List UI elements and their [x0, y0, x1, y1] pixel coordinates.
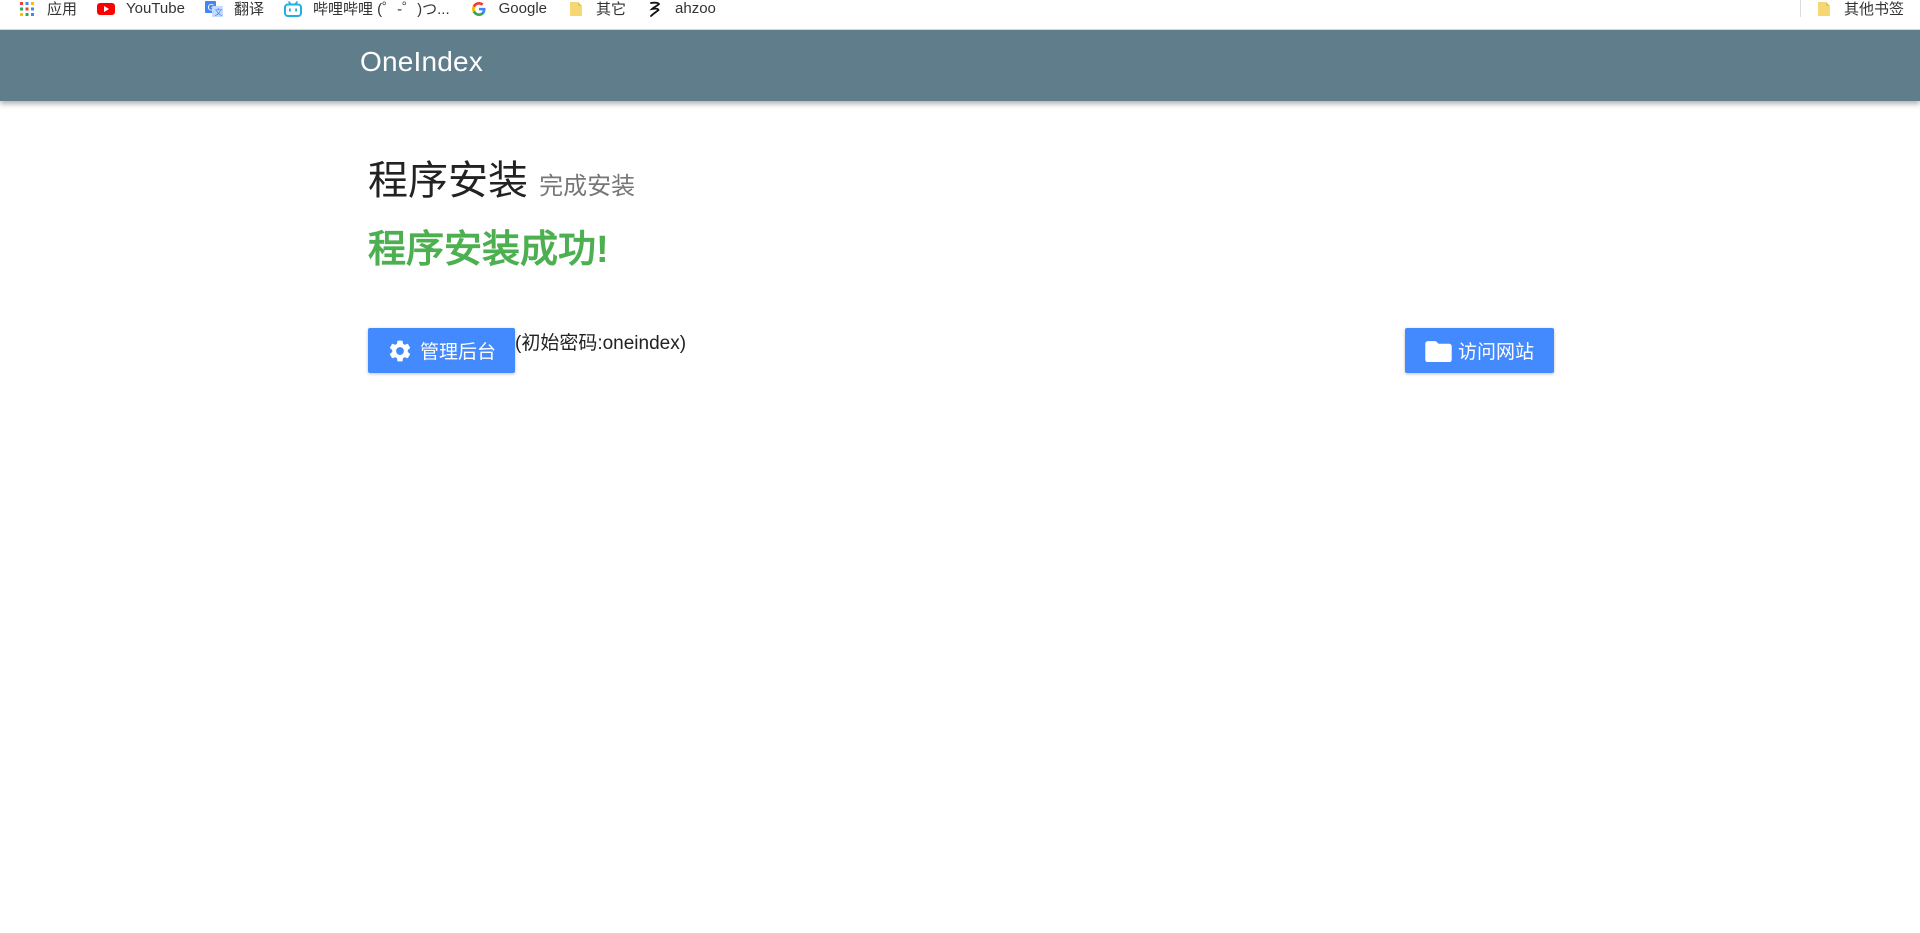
- bookmark-label: Google: [498, 0, 548, 17]
- app-header: OneIndex: [0, 30, 1920, 101]
- bookmark-google[interactable]: Google: [470, 0, 547, 17]
- initial-password-hint: (初始密码:oneindex): [515, 333, 687, 354]
- bilibili-icon: [283, 0, 302, 17]
- svg-text:文: 文: [214, 7, 222, 17]
- bookmark-label: YouTube: [126, 0, 185, 17]
- bookmark-label: ahzoo: [675, 0, 716, 17]
- bookmark-label: 应用: [47, 1, 78, 18]
- apps-grid-icon: [18, 1, 36, 17]
- folder-icon: [1815, 1, 1833, 17]
- page-subtitle: 完成安装: [539, 173, 636, 200]
- admin-panel-button[interactable]: 管理后台: [368, 328, 515, 373]
- google-icon: [470, 1, 488, 17]
- bookmark-label: 翻译: [233, 1, 264, 18]
- admin-panel-button-label: 管理后台: [419, 342, 496, 363]
- app-title[interactable]: OneIndex: [360, 46, 483, 78]
- bookmark-label: 哔哩哔哩 (゜-゜)つ...: [312, 1, 450, 18]
- google-translate-icon: G 文: [204, 0, 223, 17]
- bookmark-folder-other[interactable]: 其它: [567, 0, 627, 18]
- other-bookmarks[interactable]: 其他书签: [1815, 0, 1904, 18]
- folder-icon: [567, 1, 585, 17]
- bookmark-apps[interactable]: 应用: [18, 0, 78, 18]
- bookmark-bilibili[interactable]: 哔哩哔哩 (゜-゜)つ...: [283, 0, 450, 18]
- gear-icon: [387, 337, 414, 364]
- youtube-icon: [97, 1, 116, 17]
- ahzoo-icon: [646, 1, 664, 17]
- bookmark-ahzoo[interactable]: ahzoo: [646, 0, 716, 17]
- page-heading: 程序安装 完成安装: [368, 148, 635, 206]
- bookmarks-bar: 应用 YouTube G 文 翻译 哔哩哔哩 (゜-゜)つ... Google …: [0, 0, 1920, 30]
- other-bookmarks-area: 其他书签: [1799, 0, 1904, 18]
- bookmark-label: 其它: [596, 1, 627, 18]
- bookmark-translate[interactable]: G 文 翻译: [204, 0, 264, 18]
- folder-icon: [1425, 337, 1452, 364]
- visit-site-button[interactable]: 访问网站: [1405, 328, 1554, 373]
- bookmarks-divider: [1799, 0, 1801, 17]
- page-title: 程序安装: [368, 159, 528, 203]
- other-bookmarks-label: 其他书签: [1843, 1, 1904, 18]
- bookmarks-list: 应用 YouTube G 文 翻译 哔哩哔哩 (゜-゜)つ... Google …: [0, 0, 736, 18]
- visit-site-button-label: 访问网站: [1457, 342, 1534, 363]
- bookmark-youtube[interactable]: YouTube: [97, 0, 185, 17]
- success-message: 程序安装成功!: [368, 229, 609, 271]
